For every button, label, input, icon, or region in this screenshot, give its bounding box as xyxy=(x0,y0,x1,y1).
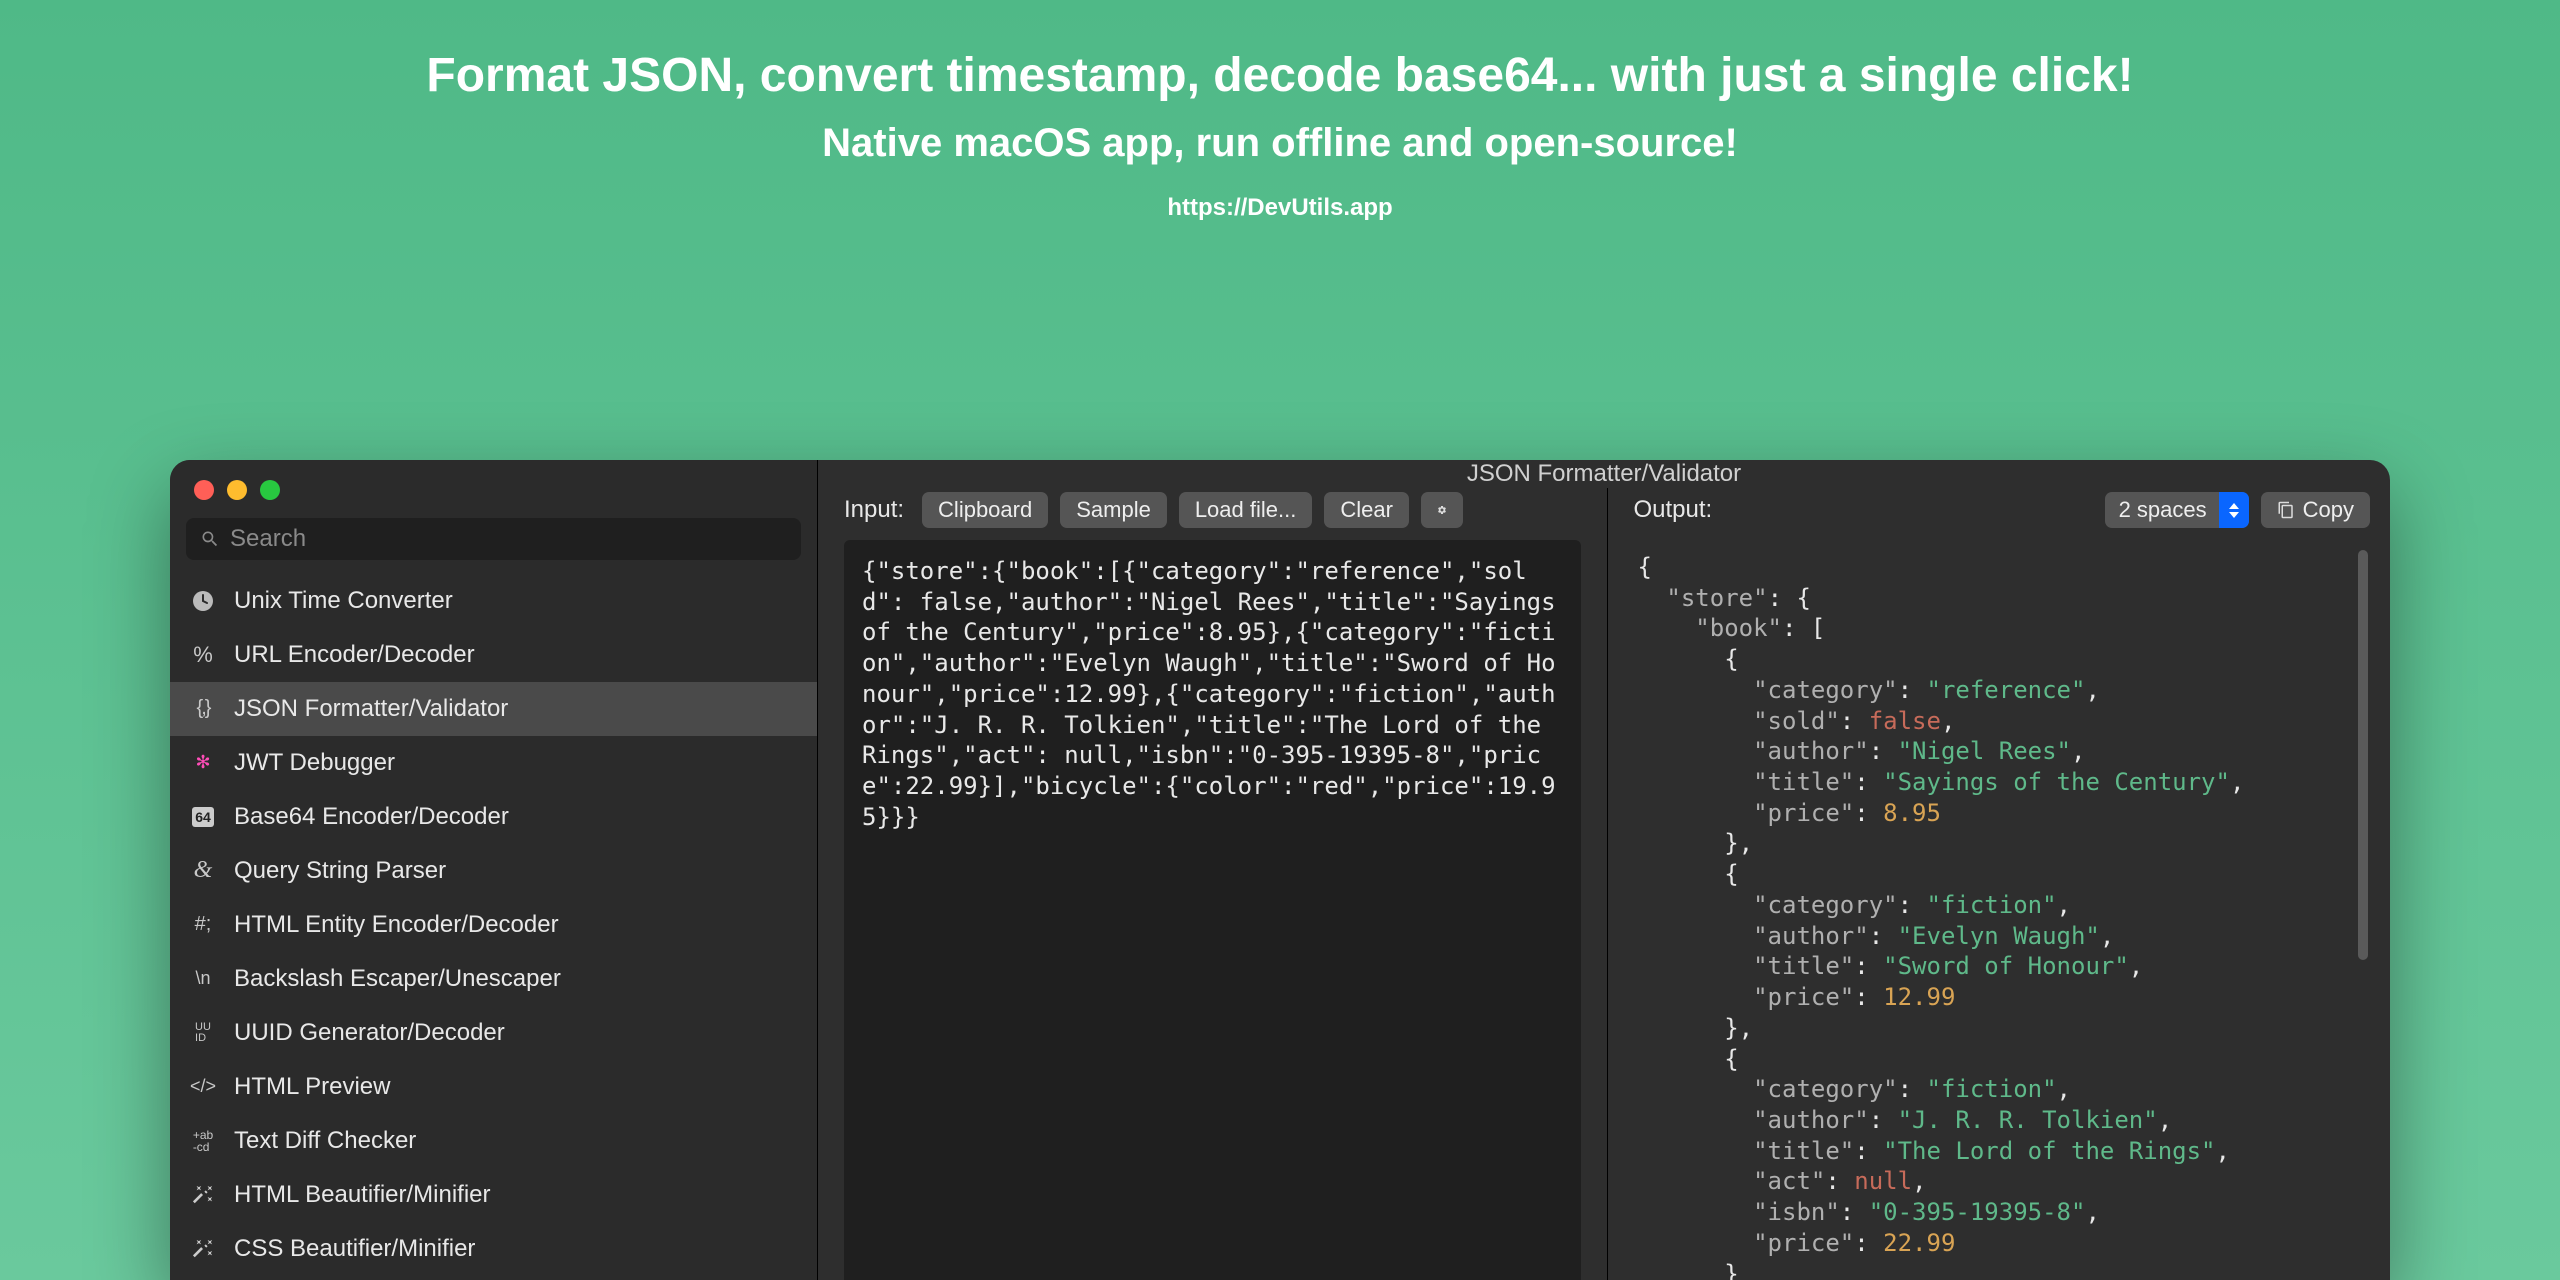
sidebar-item-html-beautifier-minifier[interactable]: HTML Beautifier/Minifier xyxy=(170,1168,817,1222)
sidebar-item-query-string-parser[interactable]: &Query String Parser xyxy=(170,844,817,898)
sidebar-item-unix-time-converter[interactable]: Unix Time Converter xyxy=(170,574,817,628)
sidebar-item-text-diff-checker[interactable]: +ab-cd Text Diff Checker xyxy=(170,1114,817,1168)
input-textarea[interactable]: {"store":{"book":[{"category":"reference… xyxy=(844,540,1581,1280)
sidebar-item-label: Backslash Escaper/Unescaper xyxy=(234,965,561,993)
app-window: Unix Time Converter% URL Encoder/Decoder {… xyxy=(170,460,2390,1280)
sidebar-item-label: URL Encoder/Decoder xyxy=(234,641,475,669)
sidebar-item-label: JSON Formatter/Validator xyxy=(234,695,508,723)
clock-icon xyxy=(188,586,218,616)
scrollbar[interactable] xyxy=(2358,550,2368,960)
slashn-icon: \n xyxy=(188,964,218,994)
hero-headline-2: Native macOS app, run offline and open-s… xyxy=(0,121,2560,166)
sidebar-item-label: Base64 Encoder/Decoder xyxy=(234,803,509,831)
sidebar-item-label: HTML Preview xyxy=(234,1073,390,1101)
settings-button[interactable] xyxy=(1421,492,1463,528)
indent-select-value: 2 spaces xyxy=(2119,497,2207,523)
search-box[interactable] xyxy=(186,518,801,560)
b64-icon: 64 xyxy=(188,802,218,832)
sidebar-item-label: Query String Parser xyxy=(234,857,446,885)
diff-icon: +ab-cd xyxy=(188,1126,218,1156)
sidebar-item-html-preview[interactable]: </> HTML Preview xyxy=(170,1060,817,1114)
sidebar-item-jwt-debugger[interactable]: ✻ JWT Debugger xyxy=(170,736,817,790)
sidebar-item-label: HTML Beautifier/Minifier xyxy=(234,1181,491,1209)
gear-icon xyxy=(1437,500,1447,520)
hash-icon: #; xyxy=(188,910,218,940)
amp-icon: & xyxy=(188,856,218,886)
search-input[interactable] xyxy=(230,525,787,553)
chevron-updown-icon xyxy=(2219,492,2249,528)
clipboard-icon xyxy=(2277,500,2295,520)
copy-button-label: Copy xyxy=(2303,497,2354,523)
sidebar-item-css-beautifier-minifier[interactable]: CSS Beautifier/Minifier xyxy=(170,1222,817,1276)
wand-icon xyxy=(188,1180,218,1210)
sidebar-item-label: Text Diff Checker xyxy=(234,1127,416,1155)
sample-button[interactable]: Sample xyxy=(1060,492,1167,528)
fullscreen-icon[interactable] xyxy=(260,480,280,500)
indent-select[interactable]: 2 spaces xyxy=(2105,492,2249,528)
sidebar-item-url-encoder-decoder[interactable]: % URL Encoder/Decoder xyxy=(170,628,817,682)
window-title: JSON Formatter/Validator xyxy=(818,460,2390,488)
sidebar-item-label: JWT Debugger xyxy=(234,749,395,777)
sidebar-item-html-entity-encoder-decoder[interactable]: #; HTML Entity Encoder/Decoder xyxy=(170,898,817,952)
input-label: Input: xyxy=(844,496,904,524)
braces-icon: {,} xyxy=(188,694,218,724)
sidebar-item-base64-encoder-decoder[interactable]: 64 Base64 Encoder/Decoder xyxy=(170,790,817,844)
minimize-icon[interactable] xyxy=(227,480,247,500)
output-label: Output: xyxy=(1634,496,1713,524)
sidebar-item-uuid-generator-decoder[interactable]: UUID UUID Generator/Decoder xyxy=(170,1006,817,1060)
close-icon[interactable] xyxy=(194,480,214,500)
sidebar-item-backslash-escaper-unescaper[interactable]: \n Backslash Escaper/Unescaper xyxy=(170,952,817,1006)
percent-icon: % xyxy=(188,640,218,670)
output-pane: Output: 2 spaces Copy { "store": { "book… xyxy=(1608,488,2391,1280)
hero-headline-1: Format JSON, convert timestamp, decode b… xyxy=(0,48,2560,103)
load-file-button[interactable]: Load file... xyxy=(1179,492,1313,528)
clipboard-button[interactable]: Clipboard xyxy=(922,492,1048,528)
sidebar: Unix Time Converter% URL Encoder/Decoder {… xyxy=(170,460,818,1280)
uuid-icon: UUID xyxy=(188,1018,218,1048)
sidebar-item-label: Unix Time Converter xyxy=(234,587,453,615)
wand-icon xyxy=(188,1234,218,1264)
copy-button[interactable]: Copy xyxy=(2261,492,2370,528)
sidebar-item-label: CSS Beautifier/Minifier xyxy=(234,1235,475,1263)
search-icon xyxy=(200,529,220,549)
jwt-icon: ✻ xyxy=(188,748,218,778)
sidebar-item-js-beautifier-minifier[interactable]: JS Beautifier/Minifier xyxy=(170,1276,817,1280)
tool-list: Unix Time Converter% URL Encoder/Decoder {… xyxy=(170,568,817,1280)
main-panel: JSON Formatter/Validator Input: Clipboar… xyxy=(818,460,2390,1280)
sidebar-item-json-formatter-validator[interactable]: {,} JSON Formatter/Validator xyxy=(170,682,817,736)
code-icon: </> xyxy=(188,1072,218,1102)
traffic-lights xyxy=(170,460,817,510)
clear-button[interactable]: Clear xyxy=(1324,492,1409,528)
sidebar-item-label: UUID Generator/Decoder xyxy=(234,1019,505,1047)
output-view[interactable]: { "store": { "book": [ { "category": "re… xyxy=(1634,540,2371,1280)
hero-url: https://DevUtils.app xyxy=(0,194,2560,222)
input-pane: Input: Clipboard Sample Load file... Cle… xyxy=(818,488,1608,1280)
sidebar-item-label: HTML Entity Encoder/Decoder xyxy=(234,911,559,939)
